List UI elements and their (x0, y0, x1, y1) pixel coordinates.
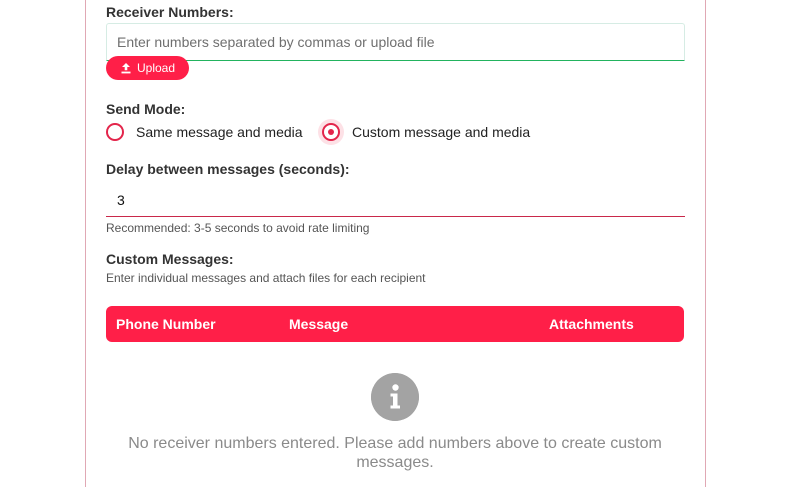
send-mode-option-custom[interactable]: Custom message and media (322, 122, 530, 142)
receiver-numbers-label: Receiver Numbers: (106, 4, 234, 20)
radio-custom-message[interactable] (322, 123, 340, 141)
info-icon (371, 373, 419, 421)
upload-button-label: Upload (136, 61, 176, 75)
column-attachments: Attachments (549, 316, 634, 332)
radio-custom-message-label: Custom message and media (352, 124, 531, 140)
receiver-numbers-input[interactable] (106, 23, 685, 61)
send-mode-label: Send Mode: (106, 101, 186, 117)
send-mode-option-same[interactable]: Same message and media (106, 122, 303, 142)
custom-messages-label: Custom Messages: (106, 251, 234, 267)
delay-hint: Recommended: 3-5 seconds to avoid rate l… (106, 221, 370, 235)
upload-button[interactable]: Upload (106, 56, 189, 80)
delay-label: Delay between messages (seconds): (106, 161, 350, 177)
radio-selected-dot (328, 129, 334, 135)
radio-same-message-label: Same message and media (136, 124, 303, 140)
column-message: Message (289, 316, 349, 332)
empty-state-message: No receiver numbers entered. Please add … (128, 435, 662, 471)
radio-same-message[interactable] (106, 123, 124, 141)
upload-icon (121, 63, 131, 74)
delay-input[interactable] (106, 184, 685, 217)
column-phone-number: Phone Number (116, 316, 216, 332)
custom-messages-table-header: Phone Number Message Attachments (106, 306, 684, 342)
custom-messages-hint: Enter individual messages and attach fil… (106, 271, 426, 285)
